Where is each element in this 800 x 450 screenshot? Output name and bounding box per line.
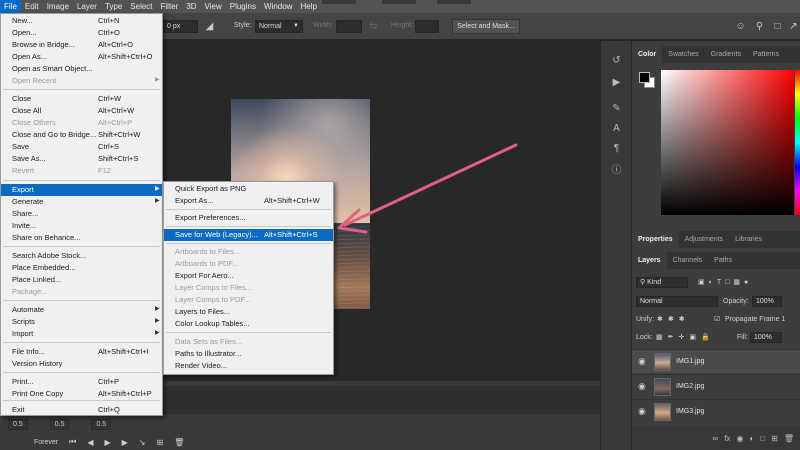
arrow-shaft [343, 143, 518, 227]
foreground-color-swatch[interactable] [639, 72, 650, 83]
annotation-arrow [337, 143, 518, 234]
